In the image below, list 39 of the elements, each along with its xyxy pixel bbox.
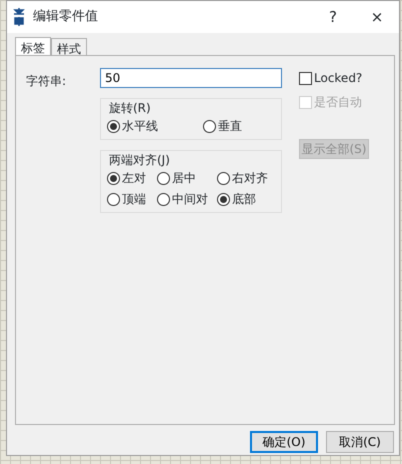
- radio-label: 水平线: [122, 118, 158, 135]
- close-button[interactable]: ×: [355, 6, 399, 28]
- help-button[interactable]: ?: [311, 6, 355, 28]
- radio-option[interactable]: 中间对: [157, 190, 217, 208]
- radio-label: 顶端: [122, 191, 146, 208]
- radio-button[interactable]: [107, 192, 120, 206]
- radio-option[interactable]: 左对: [107, 169, 157, 187]
- radio-label: 底部: [232, 191, 256, 208]
- checkbox-label: Locked?: [314, 70, 362, 87]
- group-title: 两端对齐(J): [107, 151, 172, 169]
- radio-button[interactable]: [217, 172, 230, 184]
- radio-option[interactable]: 顶端: [107, 190, 157, 208]
- radio-button[interactable]: [217, 192, 230, 206]
- checkbox-label: 是否自动: [314, 94, 362, 111]
- radio-label: 右对齐: [232, 170, 268, 187]
- group-title: 旋转(R): [107, 99, 153, 117]
- radio-option[interactable]: 右对齐: [217, 169, 287, 187]
- radio-button[interactable]: [107, 120, 120, 132]
- radio-option[interactable]: 底部: [217, 190, 287, 208]
- radio-label: 居中: [172, 170, 196, 187]
- window-title: 编辑零件值: [33, 8, 99, 26]
- ok-button[interactable]: 确定(O): [250, 431, 318, 453]
- radio-label: 垂直: [218, 118, 242, 135]
- component-icon: [11, 8, 27, 26]
- radio-button[interactable]: [107, 172, 120, 184]
- radio-option[interactable]: 居中: [157, 169, 217, 187]
- radio-option[interactable]: 水平线: [107, 117, 203, 135]
- tab[interactable]: 标签: [15, 37, 51, 56]
- string-field[interactable]: 50: [100, 68, 282, 88]
- cancel-button[interactable]: 取消(C): [326, 431, 394, 453]
- radio-label: 中间对: [172, 191, 208, 208]
- radio-button[interactable]: [157, 172, 170, 184]
- tab[interactable]: 样式: [51, 38, 87, 55]
- radio-button[interactable]: [203, 120, 216, 132]
- radio-button[interactable]: [157, 192, 170, 206]
- checkbox[interactable]: [299, 72, 312, 84]
- radio-option[interactable]: 垂直: [203, 117, 283, 135]
- radio-label: 左对: [122, 170, 146, 187]
- field-label: 字符串:: [26, 73, 68, 90]
